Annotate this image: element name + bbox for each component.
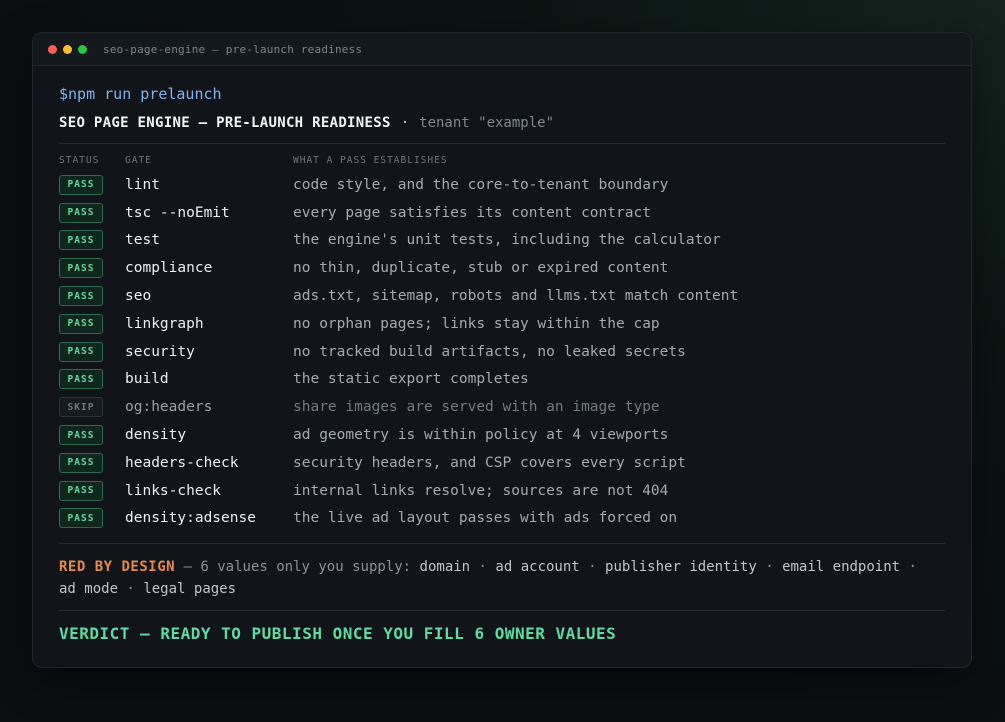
gate-row: PASS build the static export completes xyxy=(59,366,945,394)
status-badge: PASS xyxy=(59,258,103,279)
divider xyxy=(59,610,945,612)
column-header-gate: GATE xyxy=(125,155,152,166)
column-header-status: STATUS xyxy=(59,155,100,166)
verdict-line: VERDICT — READY TO PUBLISH ONCE YOU FILL… xyxy=(59,624,617,644)
gate-description: no thin, duplicate, stub or expired cont… xyxy=(293,260,669,277)
gate-row: PASS tsc --noEmit every page satisfies its… xyxy=(59,199,945,227)
gate-row: PASS density:adsense the live ad layout pa… xyxy=(59,505,945,533)
gate-row: PASS security no tracked build artifacts, … xyxy=(59,338,945,366)
gate-name: linkgraph xyxy=(125,315,204,332)
gate-description: ads.txt, sitemap, robots and llms.txt ma… xyxy=(293,288,739,305)
gate-name: links-check xyxy=(125,482,222,499)
maximize-window-button[interactable] xyxy=(78,44,87,54)
status-badge: PASS xyxy=(59,174,103,195)
tenant-label: tenant "example" xyxy=(419,115,554,131)
column-headers: STATUS GATE WHAT A PASS ESTABLISHES xyxy=(59,155,945,167)
terminal-output: $npm run prelaunch SEO PAGE ENGINE — PRE… xyxy=(33,84,971,644)
report-title: SEO PAGE ENGINE — PRE-LAUNCH READINESS xyxy=(59,115,391,131)
owner-value: domain xyxy=(419,559,471,576)
prompt-symbol: $ xyxy=(59,85,69,103)
window-title: seo-page-engine — pre-launch readiness xyxy=(103,42,363,56)
close-window-button[interactable] xyxy=(48,44,57,54)
command-line: $npm run prelaunch xyxy=(59,84,945,104)
gate-name: compliance xyxy=(125,260,213,277)
header-separator: · xyxy=(400,115,410,131)
gate-row: PASS linkgraph no orphan pages; links stay… xyxy=(59,310,945,338)
gate-name: tsc --noEmit xyxy=(125,204,230,221)
gate-name: density xyxy=(125,427,187,444)
gate-description: no tracked build artifacts, no leaked se… xyxy=(293,343,686,360)
gate-row: PASS compliance no thin, duplicate, stub o… xyxy=(59,254,945,282)
gate-row: PASS headers-check security headers, and C… xyxy=(59,449,945,477)
gate-name: headers-check xyxy=(125,454,239,471)
gate-name: test xyxy=(125,232,160,249)
gate-description: the live ad layout passes with ads force… xyxy=(293,510,678,527)
status-badge: SKIP xyxy=(59,397,103,418)
gate-description: every page satisfies its content contrac… xyxy=(293,204,651,221)
owner-value: ad account xyxy=(495,559,580,576)
gate-name: build xyxy=(125,371,169,388)
gate-row: PASS links-check internal links resolve; s… xyxy=(59,477,945,505)
gate-row: PASS test the engine's unit tests, includi… xyxy=(59,227,945,255)
divider xyxy=(59,543,945,545)
gate-name: seo xyxy=(125,288,152,305)
gate-row: PASS density ad geometry is within policy … xyxy=(59,421,945,449)
report-header: SEO PAGE ENGINE — PRE-LAUNCH READINESS · t… xyxy=(59,113,945,133)
gate-description: share images are served with an image ty… xyxy=(293,399,660,416)
gate-description: the static export completes xyxy=(293,371,529,388)
gate-list: PASS lint code style, and the core-to-tena… xyxy=(59,171,945,532)
gate-description: code style, and the core-to-tenant bound… xyxy=(293,176,669,193)
gate-description: ad geometry is within policy at 4 viewpo… xyxy=(293,427,669,444)
gate-row: PASS lint code style, and the core-to-tena… xyxy=(59,171,945,199)
command-text: npm run prelaunch xyxy=(68,85,222,103)
owner-value: publisher identity xyxy=(605,559,757,576)
terminal-window: seo-page-engine — pre-launch readiness $… xyxy=(32,32,972,668)
column-header-what: WHAT A PASS ESTABLISHES xyxy=(293,155,448,166)
gate-description: security headers, and CSP covers every s… xyxy=(293,454,686,471)
gate-description: no orphan pages; links stay within the c… xyxy=(293,315,660,332)
gate-name: lint xyxy=(125,176,160,193)
owner-value: email endpoint xyxy=(782,559,901,576)
status-badge: PASS xyxy=(59,313,103,334)
gate-name: security xyxy=(125,343,195,360)
status-badge: PASS xyxy=(59,452,103,473)
gate-row: PASS seo ads.txt, sitemap, robots and llms… xyxy=(59,282,945,310)
divider xyxy=(59,143,945,144)
owner-value: legal pages xyxy=(143,581,237,598)
gate-description: internal links resolve; sources are not … xyxy=(293,482,669,499)
status-badge: PASS xyxy=(59,202,103,223)
status-badge: PASS xyxy=(59,425,103,446)
gate-row: SKIP og:headers share images are served wi… xyxy=(59,393,945,421)
gate-name: density:adsense xyxy=(125,510,256,527)
owner-value: ad mode xyxy=(59,581,119,598)
minimize-window-button[interactable] xyxy=(63,44,72,54)
red-by-design-note: RED BY DESIGN — 6 values only you supply… xyxy=(59,559,917,598)
red-by-design-intro: — 6 values only you supply: xyxy=(183,559,412,576)
status-badge: PASS xyxy=(59,230,103,251)
status-badge: PASS xyxy=(59,508,103,529)
status-badge: PASS xyxy=(59,369,103,390)
title-bar: seo-page-engine — pre-launch readiness xyxy=(33,33,971,66)
status-badge: PASS xyxy=(59,341,103,362)
status-badge: PASS xyxy=(59,286,103,307)
red-by-design-label: RED BY DESIGN xyxy=(59,559,176,576)
status-badge: PASS xyxy=(59,480,103,501)
gate-description: the engine's unit tests, including the c… xyxy=(293,232,721,249)
gate-name: og:headers xyxy=(125,399,213,416)
